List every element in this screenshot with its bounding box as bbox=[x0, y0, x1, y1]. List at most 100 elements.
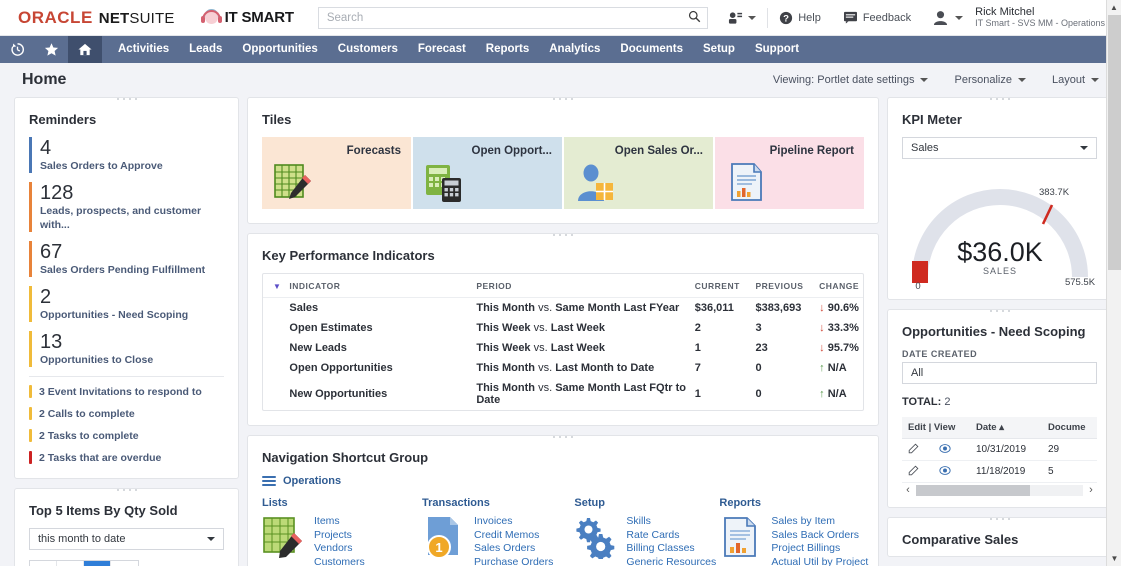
kpi-period[interactable]: This Week vs. Last Week bbox=[472, 318, 690, 338]
scroll-left-icon[interactable]: ‹ bbox=[902, 484, 914, 496]
view-icon[interactable] bbox=[938, 444, 951, 456]
nav-item-forecast[interactable]: Forecast bbox=[408, 36, 476, 63]
oracle-netsuite-logo[interactable]: ORACLE NETSUITE bbox=[18, 8, 175, 28]
scroll-track[interactable] bbox=[916, 484, 1083, 496]
table-row[interactable]: New Opportunities This Month vs. Same Mo… bbox=[263, 378, 863, 410]
nsg-link[interactable]: Rate Cards bbox=[626, 529, 716, 543]
table-row[interactable]: New Leads This Week vs. Last Week 1 23 ↓… bbox=[263, 338, 863, 358]
kpi-col-current[interactable]: CURRENT bbox=[690, 274, 752, 298]
dashboard-column-right: KPI Meter Sales $36.0K SALES 0 575.5K 38… bbox=[887, 97, 1112, 566]
vertical-bar-chart-icon[interactable] bbox=[84, 561, 111, 566]
reminder-item[interactable]: 128 Leads, prospects, and customer with.… bbox=[15, 182, 238, 232]
reminder-item-small[interactable]: 2 Tasks that are overdue bbox=[15, 451, 238, 464]
nsg-link[interactable]: Actual Util by Project bbox=[771, 556, 868, 566]
kpi-col-period[interactable]: PERIOD bbox=[472, 274, 691, 298]
reminder-item[interactable]: 4 Sales Orders to Approve bbox=[15, 137, 238, 173]
nsg-link[interactable]: Invoices bbox=[474, 515, 574, 529]
dashboard-column-middle: Tiles Forecasts Open Opport... Open Sale… bbox=[247, 97, 879, 566]
nav-item-customers[interactable]: Customers bbox=[328, 36, 408, 63]
nav-item-opportunities[interactable]: Opportunities bbox=[232, 36, 327, 63]
chevron-down-icon bbox=[207, 537, 215, 541]
nav-item-analytics[interactable]: Analytics bbox=[539, 36, 610, 63]
scroll-thumb[interactable] bbox=[916, 484, 1030, 496]
kpi-period[interactable]: This Month vs. Same Month Last FYear bbox=[472, 298, 690, 319]
viewing-dropdown[interactable]: Viewing: Portlet date settings bbox=[773, 74, 929, 86]
reminder-item[interactable]: 2 Opportunities - Need Scoping bbox=[15, 286, 238, 322]
nsg-link[interactable]: Sales Orders bbox=[474, 542, 574, 556]
kpi-period[interactable]: This Month vs. Same Month Last FQtr to D… bbox=[472, 378, 690, 410]
nsg-link[interactable]: Credit Memos bbox=[474, 529, 574, 543]
pie-chart-icon[interactable] bbox=[111, 561, 138, 566]
nsg-link[interactable]: Customers bbox=[314, 556, 397, 566]
table-row[interactable]: Open Opportunities This Month vs. Last M… bbox=[263, 358, 863, 378]
nsg-link[interactable]: Projects bbox=[314, 529, 397, 543]
scroll-right-icon[interactable]: › bbox=[1085, 484, 1097, 496]
top5-period-select[interactable]: this month to date bbox=[29, 528, 224, 550]
nav-item-documents[interactable]: Documents bbox=[610, 36, 693, 63]
reminder-item[interactable]: 13 Opportunities to Close bbox=[15, 331, 238, 367]
edit-icon[interactable] bbox=[908, 443, 922, 456]
nav-item-setup[interactable]: Setup bbox=[693, 36, 745, 63]
table-row[interactable]: Open Estimates This Week vs. Last Week 2… bbox=[263, 318, 863, 338]
edit-icon[interactable] bbox=[908, 465, 922, 478]
tile-pipeline-report[interactable]: Pipeline Report bbox=[715, 137, 864, 209]
tile-open-sales-orders[interactable]: Open Sales Or... bbox=[564, 137, 713, 209]
kpi-sort-toggle[interactable]: ▼ bbox=[263, 274, 286, 298]
kpi-meter-select[interactable]: Sales bbox=[902, 137, 1097, 159]
kpi-period[interactable]: This Month vs. Last Month to Date bbox=[472, 358, 690, 378]
tile-label: Forecasts bbox=[346, 145, 401, 157]
user-menu[interactable]: Rick Mitchel IT Smart - SVS MM - Operati… bbox=[922, 6, 1109, 29]
table-row[interactable]: Sales This Month vs. Same Month Last FYe… bbox=[263, 298, 863, 319]
recent-records-button[interactable] bbox=[0, 36, 34, 63]
nsg-group-header[interactable]: Operations bbox=[248, 475, 878, 497]
nsg-link[interactable]: Skills bbox=[626, 515, 716, 529]
col-document[interactable]: Docume bbox=[1042, 417, 1097, 439]
nsg-link[interactable]: Items bbox=[314, 515, 397, 529]
tile-open-opportunities[interactable]: Open Opport... bbox=[413, 137, 562, 209]
page-scrollbar[interactable]: ▲ ▼ bbox=[1106, 0, 1121, 566]
table-row[interactable]: 10/31/2019 29 bbox=[902, 438, 1097, 461]
kpi-col-change[interactable]: CHANGE bbox=[815, 274, 863, 298]
nav-item-reports[interactable]: Reports bbox=[476, 36, 539, 63]
nsg-link[interactable]: Billing Classes bbox=[626, 542, 716, 556]
quick-add-menu[interactable] bbox=[717, 11, 767, 25]
reminder-item-small[interactable]: 3 Event Invitations to respond to bbox=[15, 385, 238, 398]
horizontal-scrollbar[interactable]: ‹ › bbox=[902, 483, 1097, 497]
search-input[interactable] bbox=[317, 6, 708, 29]
favorites-button[interactable] bbox=[34, 36, 68, 63]
nav-item-leads[interactable]: Leads bbox=[179, 36, 232, 63]
date-created-input[interactable]: All bbox=[902, 362, 1097, 384]
reminder-item-small[interactable]: 2 Calls to complete bbox=[15, 407, 238, 420]
nsg-link[interactable]: Vendors bbox=[314, 542, 397, 556]
col-edit-view[interactable]: Edit | View bbox=[902, 417, 970, 439]
help-button[interactable]: ? Help bbox=[768, 11, 832, 25]
nsg-link[interactable]: Purchase Orders bbox=[474, 556, 574, 566]
tile-forecasts[interactable]: Forecasts bbox=[262, 137, 411, 209]
table-row[interactable]: 11/18/2019 5 bbox=[902, 460, 1097, 483]
nav-item-activities[interactable]: Activities bbox=[108, 36, 179, 63]
personalize-dropdown[interactable]: Personalize bbox=[954, 74, 1026, 86]
home-button[interactable] bbox=[68, 36, 102, 63]
horizontal-bar-chart-icon[interactable] bbox=[57, 561, 84, 566]
nsg-link[interactable]: Sales by Item bbox=[771, 515, 868, 529]
feedback-button[interactable]: Feedback bbox=[832, 11, 922, 24]
nsg-columns: Lists Items Projects Vendors Customers T… bbox=[248, 497, 878, 566]
nsg-link[interactable]: Project Billings bbox=[771, 542, 868, 556]
line-chart-icon[interactable] bbox=[30, 561, 57, 566]
kpi-period[interactable]: This Week vs. Last Week bbox=[472, 338, 690, 358]
page-scroll-thumb[interactable] bbox=[1108, 15, 1121, 270]
kpi-col-previous[interactable]: PREVIOUS bbox=[751, 274, 816, 298]
kpi-col-indicator[interactable]: INDICATOR bbox=[285, 274, 473, 298]
nav-item-support[interactable]: Support bbox=[745, 36, 809, 63]
view-icon[interactable] bbox=[938, 466, 951, 478]
nsg-link[interactable]: Generic Resources bbox=[626, 556, 716, 566]
reminder-item[interactable]: 67 Sales Orders Pending Fulfillment bbox=[15, 241, 238, 277]
layout-dropdown[interactable]: Layout bbox=[1052, 74, 1099, 86]
scroll-up-icon[interactable]: ▲ bbox=[1107, 0, 1121, 15]
reminder-item-small[interactable]: 2 Tasks to complete bbox=[15, 429, 238, 442]
row-document: 29 bbox=[1042, 438, 1097, 461]
global-search[interactable] bbox=[317, 6, 708, 29]
col-date[interactable]: Date ▴ bbox=[970, 417, 1042, 439]
scroll-down-icon[interactable]: ▼ bbox=[1107, 551, 1121, 566]
nsg-link[interactable]: Sales Back Orders bbox=[771, 529, 868, 543]
